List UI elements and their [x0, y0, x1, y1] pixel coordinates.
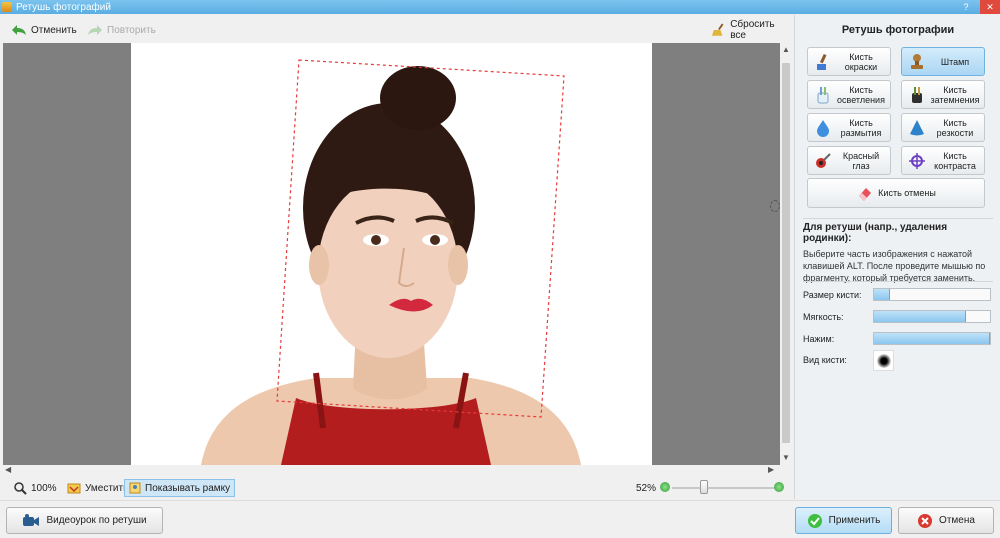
stamp-icon — [911, 53, 923, 69]
tool-paint-brush[interactable]: Кисть окраски — [807, 47, 891, 76]
check-icon — [807, 513, 822, 528]
blur-drop-icon — [817, 119, 829, 137]
tool-red-eye[interactable]: Красный глаз — [807, 146, 891, 175]
hint-text: Выберите часть изображения с нажатой кла… — [803, 249, 986, 283]
paint-brush-icon — [817, 53, 827, 70]
redo-arrow-icon — [88, 25, 102, 35]
redo-button[interactable]: Повторить — [87, 21, 156, 39]
title-bar: Ретушь фотографий ? ✕ — [0, 0, 1000, 14]
brush-shape-icon — [876, 353, 891, 368]
photo-preview[interactable] — [131, 43, 652, 465]
fit-arrows-icon — [67, 483, 81, 494]
tool-contrast-brush[interactable]: Кисть контраста — [901, 146, 985, 175]
cancel-label: Отмена — [939, 515, 975, 526]
zoom-in-icon[interactable] — [774, 482, 784, 492]
brush-preview — [873, 350, 894, 371]
help-icon[interactable]: ? — [958, 0, 974, 14]
image-canvas[interactable] — [3, 43, 780, 465]
video-camera-icon — [23, 513, 40, 526]
apply-label: Применить — [828, 515, 881, 526]
portrait-image — [201, 59, 581, 465]
pressure-label: Нажим: — [803, 334, 835, 344]
redo-label: Повторить — [107, 24, 156, 36]
app-icon — [2, 2, 12, 12]
reset-all-label: Сбросить все — [730, 19, 775, 41]
eraser-icon — [859, 188, 872, 201]
cancel-icon — [918, 513, 933, 528]
tool-label: Кисть окраски — [844, 51, 878, 72]
fit-label: Уместить — [85, 482, 129, 494]
zoom-slider[interactable] — [672, 480, 777, 494]
panel-separator — [803, 218, 993, 219]
scroll-up-icon[interactable]: ▲ — [782, 45, 790, 54]
brush-view-label: Вид кисти: — [803, 355, 847, 365]
panel-separator — [803, 281, 993, 282]
frame-icon — [129, 482, 141, 494]
red-eye-icon — [816, 152, 831, 168]
scroll-right-icon[interactable]: ▶ — [768, 465, 774, 474]
video-tutorial-label: Видеоурок по ретуши — [46, 515, 147, 526]
undo-label: Отменить — [31, 24, 77, 36]
brush-size-label: Размер кисти: — [803, 290, 862, 300]
zoom-slider-thumb[interactable] — [700, 480, 708, 494]
fit-button[interactable]: Уместить — [63, 479, 132, 497]
cancel-button[interactable]: Отмена — [898, 507, 994, 534]
retouch-panel: Ретушь фотографии Кисть окраски Штамп Ки… — [794, 15, 1000, 499]
zoom-out-icon[interactable] — [660, 482, 670, 492]
undo-button[interactable]: Отменить — [11, 21, 77, 39]
tool-label: Кисть затемнения — [930, 84, 980, 105]
vertical-scrollbar[interactable]: ▲ ▼ — [780, 43, 792, 465]
hint-title: Для ретуши (напр., удаления родинки): — [803, 222, 948, 244]
softness-slider[interactable] — [873, 310, 991, 323]
apply-button[interactable]: Применить — [795, 507, 892, 534]
brush-size-slider[interactable] — [873, 288, 991, 301]
broom-icon — [711, 23, 724, 36]
bottom-bar: Видеоурок по ретуши Применить Отмена — [0, 500, 1000, 538]
scroll-down-icon[interactable]: ▼ — [782, 453, 790, 462]
panel-title: Ретушь фотографии — [841, 24, 955, 36]
tool-blur-brush[interactable]: Кисть размытия — [807, 113, 891, 142]
scroll-left-icon[interactable]: ◀ — [5, 465, 11, 474]
show-frame-toggle[interactable]: Показывать рамку — [124, 479, 236, 497]
retouch-hint: Для ретуши (напр., удаления родинки): Вы… — [803, 222, 995, 284]
tool-sharpen-brush[interactable]: Кисть резкости — [901, 113, 985, 142]
zoom-100-label: 100% — [31, 482, 57, 494]
video-tutorial-button[interactable]: Видеоурок по ретуши — [6, 507, 163, 534]
reset-all-button[interactable]: Сбросить все — [711, 19, 790, 41]
tool-undo-brush[interactable]: Кисть отмены — [807, 178, 985, 208]
magnifier-icon — [14, 481, 27, 495]
tool-label: Кисть резкости — [936, 117, 974, 138]
tool-label: Кисть осветления — [837, 84, 885, 105]
tool-stamp[interactable]: Штамп — [901, 47, 985, 76]
tool-label: Красный глаз — [842, 150, 880, 171]
show-frame-label: Показывать рамку — [145, 482, 231, 494]
zoom-percent: 52% — [636, 483, 657, 494]
tool-label: Кисть отмены — [878, 188, 936, 198]
tool-label: Кисть размытия — [840, 117, 882, 138]
pressure-slider[interactable] — [873, 332, 991, 345]
lighten-brush-icon — [817, 86, 829, 103]
softness-label: Мягкость: — [803, 312, 844, 322]
move-cursor-icon — [770, 200, 780, 212]
zoom-100-button[interactable]: 100% — [10, 479, 61, 497]
sharpen-cone-icon — [910, 119, 924, 135]
tool-label: Кисть контраста — [934, 150, 976, 171]
window-title: Ретушь фотографий — [16, 1, 111, 13]
horizontal-scrollbar[interactable]: ◀ ▶ — [3, 465, 780, 476]
contrast-icon — [909, 152, 925, 169]
tool-darken-brush[interactable]: Кисть затемнения — [901, 80, 985, 109]
darken-brush-icon — [912, 86, 922, 103]
toolbar: Отменить Повторить Сбросить все — [0, 16, 790, 43]
vertical-scroll-thumb[interactable] — [782, 63, 790, 443]
tool-label: Штамп — [940, 56, 970, 67]
undo-arrow-icon — [12, 25, 26, 35]
close-icon[interactable]: ✕ — [980, 0, 1000, 14]
tool-lighten-brush[interactable]: Кисть осветления — [807, 80, 891, 109]
